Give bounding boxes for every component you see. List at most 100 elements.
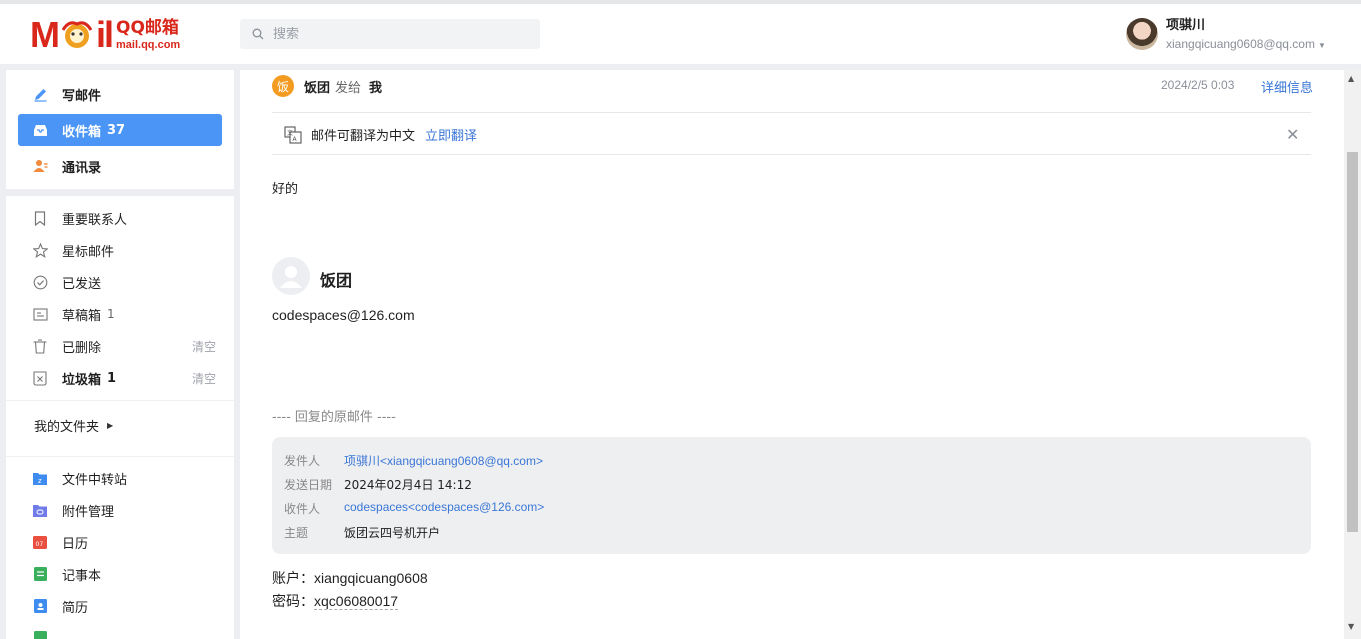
calendar-badge: 07 bbox=[36, 541, 44, 548]
notepad-icon bbox=[32, 566, 48, 582]
pen-icon bbox=[32, 86, 48, 102]
sidebar-item-important-contacts[interactable]: 重要联系人 bbox=[18, 202, 222, 234]
qq-mail-logo[interactable]: M il QQ邮箱 mail.qq.com bbox=[30, 16, 180, 54]
signature-email[interactable]: codespaces@126.com bbox=[272, 307, 415, 323]
compose-label: 写邮件 bbox=[62, 88, 102, 104]
drafts-count: 1 bbox=[107, 307, 115, 321]
scrollbar[interactable]: ▲ ▼ bbox=[1344, 70, 1361, 639]
sidebar-item-calendar[interactable]: 07 日历 bbox=[18, 526, 222, 558]
sidebar-folders: 重要联系人 星标邮件 已发送 草稿箱 1 已删除 清空 垃圾箱 1 清空 我的文… bbox=[6, 196, 234, 639]
sidebar-item-starred[interactable]: 星标邮件 bbox=[18, 234, 222, 266]
trash-icon bbox=[32, 338, 48, 354]
password-line: 密码：xqc06080017 bbox=[272, 591, 399, 611]
attachment-icon bbox=[32, 502, 48, 518]
sender-name[interactable]: 饭团 bbox=[304, 77, 330, 96]
sidebar-item-contacts[interactable]: 通讯录 bbox=[18, 150, 222, 182]
clear-spam-button[interactable]: 清空 bbox=[192, 370, 216, 387]
translate-icon: 文 A bbox=[284, 125, 302, 144]
divider bbox=[6, 456, 234, 457]
drafts-label: 草稿箱 bbox=[62, 308, 102, 324]
divider bbox=[272, 154, 1311, 155]
password-label: 密码： bbox=[272, 594, 314, 610]
user-avatar[interactable] bbox=[1126, 18, 1158, 50]
sidebar-item-sent[interactable]: 已发送 bbox=[18, 266, 222, 298]
file-transfer-icon: z bbox=[32, 470, 48, 486]
mail-date: 2024/2/5 0:03 bbox=[1161, 78, 1235, 92]
search-input[interactable] bbox=[273, 26, 533, 42]
sidebar-item-notepad[interactable]: 记事本 bbox=[18, 558, 222, 590]
compose-button[interactable]: 写邮件 bbox=[18, 78, 222, 110]
account-line: 账户：xiangqicuang0608 bbox=[272, 568, 428, 588]
svg-text:z: z bbox=[38, 477, 42, 485]
logo-mail-end: il bbox=[96, 14, 114, 55]
detail-info-link[interactable]: 详细信息 bbox=[1261, 77, 1313, 96]
resume-label: 简历 bbox=[62, 600, 89, 616]
top-bar: M il QQ邮箱 mail.qq.com 项骐川 xiangqicuang06… bbox=[0, 0, 1361, 64]
quote-recipient-link[interactable]: codespaces<codespaces@126.com> bbox=[344, 500, 544, 517]
bookmark-icon bbox=[32, 210, 48, 226]
scrollbar-thumb[interactable] bbox=[1347, 152, 1358, 532]
search-icon bbox=[252, 28, 264, 40]
star-icon bbox=[32, 242, 48, 258]
spam-icon bbox=[32, 370, 48, 386]
quote-sender-link[interactable]: 项骐川<xiangqicuang0608@qq.com> bbox=[344, 452, 543, 469]
translate-now-link[interactable]: 立即翻译 bbox=[425, 125, 477, 144]
close-icon[interactable]: ✕ bbox=[1286, 125, 1299, 144]
my-folders-label: 我的文件夹 bbox=[34, 420, 100, 435]
resume-icon bbox=[32, 598, 48, 614]
scroll-up-icon[interactable]: ▲ bbox=[1348, 74, 1354, 83]
mail-header: 饭 饭团 发给 我 bbox=[272, 74, 382, 98]
quote-label: 发件人 bbox=[284, 454, 321, 468]
sidebar-item-file-transfer[interactable]: z 文件中转站 bbox=[18, 462, 222, 494]
account-value: xiangqicuang0608 bbox=[314, 570, 428, 586]
sidebar-item-deleted[interactable]: 已删除 清空 bbox=[18, 330, 222, 362]
dragon-logo-icon bbox=[61, 21, 93, 48]
spam-count: 1 bbox=[107, 370, 117, 386]
sidebar-item-spam[interactable]: 垃圾箱 1 清空 bbox=[18, 362, 222, 394]
quote-label: 收件人 bbox=[284, 502, 321, 516]
logo-mail-letter: M bbox=[30, 14, 60, 55]
sidebar-item-attachments[interactable]: 附件管理 bbox=[18, 494, 222, 526]
contacts-icon bbox=[32, 158, 48, 174]
quote-date: 2024年02月4日 14:12 bbox=[344, 478, 472, 492]
sidebar-primary: 写邮件 收件箱 37 通讯录 bbox=[6, 70, 234, 189]
sidebar-item-drafts[interactable]: 草稿箱 1 bbox=[18, 298, 222, 330]
recipient-name[interactable]: 我 bbox=[369, 77, 382, 96]
my-folders-toggle[interactable]: 我的文件夹 ▶ bbox=[34, 416, 113, 435]
user-menu[interactable]: 项骐川 xiangqicuang0608@qq.com ▼ bbox=[1126, 18, 1326, 50]
sender-avatar[interactable]: 饭 bbox=[272, 75, 294, 97]
mail-reading-pane: 饭 饭团 发给 我 2024/2/5 0:03 详细信息 文 A 邮件可翻译为中… bbox=[240, 70, 1344, 639]
sent-label: 已发送 bbox=[62, 276, 102, 292]
caret-right-icon: ▶ bbox=[107, 421, 114, 430]
signature-avatar bbox=[272, 257, 310, 295]
quote-label: 发送日期 bbox=[284, 478, 333, 492]
scroll-down-icon[interactable]: ▼ bbox=[1348, 622, 1354, 631]
logo-url: mail.qq.com bbox=[116, 38, 181, 51]
sidebar-item-more[interactable] bbox=[18, 622, 222, 639]
password-value: xqc06080017 bbox=[314, 593, 399, 610]
inbox-icon bbox=[32, 122, 48, 138]
quote-subject: 饭团云四号机开户 bbox=[344, 526, 441, 540]
contacts-label: 通讯录 bbox=[62, 160, 102, 176]
calendar-label: 日历 bbox=[62, 536, 89, 552]
caret-down-icon[interactable]: ▼ bbox=[1318, 41, 1326, 50]
sidebar-item-resume[interactable]: 简历 bbox=[18, 590, 222, 622]
inbox-label: 收件箱 bbox=[62, 124, 102, 140]
sent-to-label: 发给 bbox=[335, 80, 362, 96]
search-box[interactable] bbox=[240, 19, 540, 49]
sidebar-item-inbox[interactable]: 收件箱 37 bbox=[18, 114, 222, 146]
user-email: xiangqicuang0608@qq.com bbox=[1166, 36, 1315, 51]
signature-name: 饭团 bbox=[320, 271, 353, 290]
app-icon bbox=[32, 630, 48, 639]
clear-deleted-button[interactable]: 清空 bbox=[192, 338, 216, 355]
quoted-mail-box: 发件人 项骐川<xiangqicuang0608@qq.com> 发送日期 20… bbox=[272, 437, 1311, 554]
calendar-icon: 07 bbox=[32, 534, 48, 550]
quote-row-from: 发件人 项骐川<xiangqicuang0608@qq.com> bbox=[284, 452, 543, 469]
divider bbox=[6, 400, 234, 401]
user-name: 项骐川 bbox=[1166, 17, 1206, 33]
important-contacts-label: 重要联系人 bbox=[62, 212, 128, 228]
check-circle-icon bbox=[32, 274, 48, 290]
mail-body-text: 好的 bbox=[272, 182, 299, 197]
quote-row-date: 发送日期 2024年02月4日 14:12 bbox=[284, 476, 472, 493]
deleted-label: 已删除 bbox=[62, 340, 102, 356]
